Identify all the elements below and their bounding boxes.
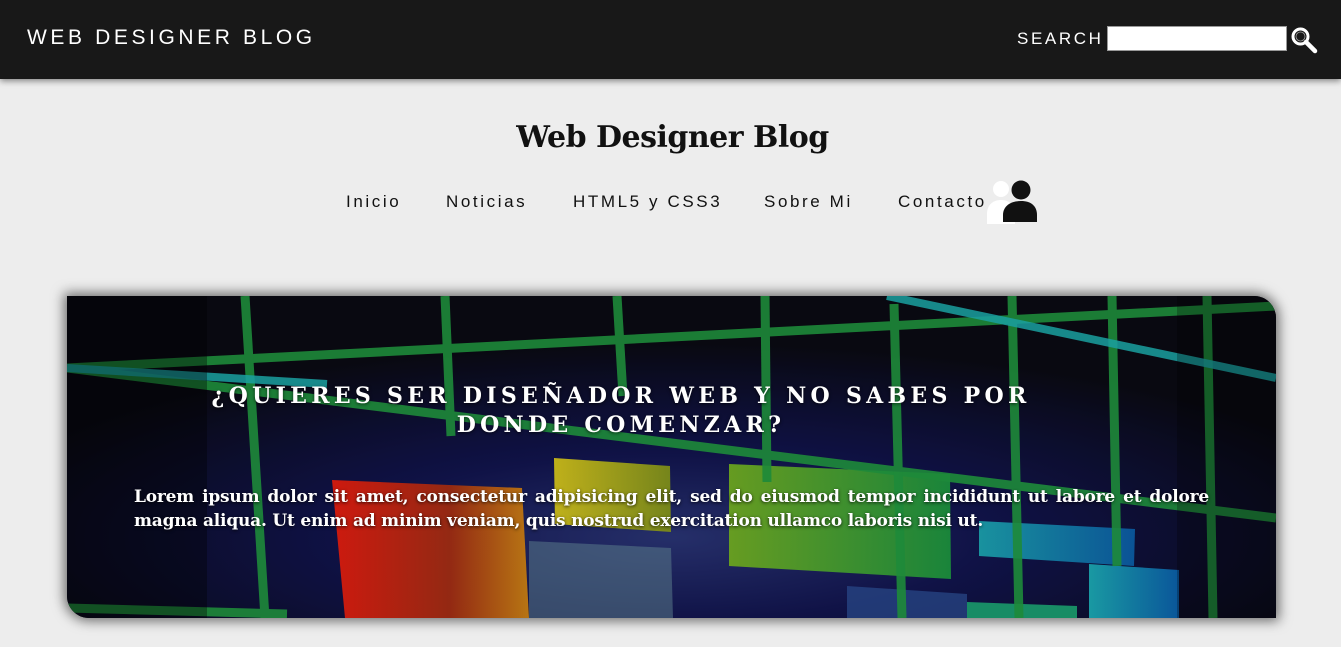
nav-item-inicio[interactable]: Inicio bbox=[346, 192, 401, 212]
nav-item-sobre-mi[interactable]: Sobre Mi bbox=[764, 192, 853, 212]
top-bar: WEB DESIGNER BLOG SEARCH bbox=[0, 0, 1341, 79]
search-input[interactable] bbox=[1107, 26, 1287, 51]
nav-item-noticias[interactable]: Noticias bbox=[446, 192, 527, 212]
search-button[interactable] bbox=[1290, 26, 1318, 54]
brand-logo-text[interactable]: WEB DESIGNER BLOG bbox=[27, 26, 316, 50]
hero-background-image bbox=[67, 296, 1276, 618]
hero-text: Lorem ipsum dolor sit amet, consectetur … bbox=[134, 487, 1209, 531]
search-label: SEARCH bbox=[1017, 29, 1104, 48]
nav-item-contacto[interactable]: Contacto bbox=[898, 192, 987, 212]
hero-title: ¿QUIERES SER DISEÑADOR WEB Y NO SABES PO… bbox=[211, 383, 1031, 438]
magnifier-icon bbox=[1291, 27, 1318, 54]
nav-item-html5-css3[interactable]: HTML5 y CSS3 bbox=[573, 192, 722, 212]
users-icon[interactable] bbox=[986, 180, 1038, 224]
hero-banner: ¿QUIERES SER DISEÑADOR WEB Y NO SABES PO… bbox=[67, 296, 1276, 618]
page-title: Web Designer Blog bbox=[516, 120, 829, 155]
